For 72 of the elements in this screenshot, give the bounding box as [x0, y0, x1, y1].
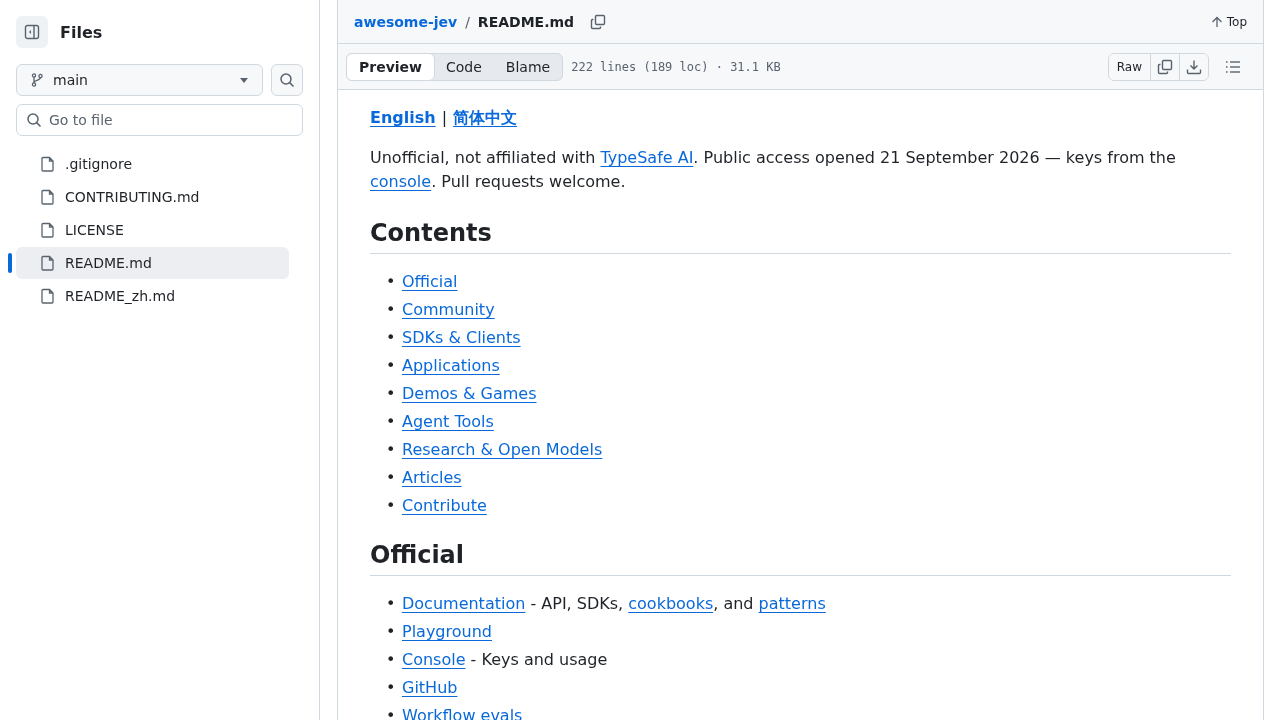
file-item[interactable]: CONTRIBUTING.md	[16, 181, 289, 213]
bullet: •	[386, 439, 397, 461]
list-item-text: Documentation - API, SDKs, cookbooks, and patterns	[402, 593, 826, 615]
sidebar-icon	[24, 24, 40, 40]
bullet: •	[386, 411, 397, 433]
file-name: README.md	[477, 13, 575, 30]
file-icon	[41, 222, 55, 238]
section-heading: Official	[370, 540, 1231, 576]
list-link[interactable]: Applications	[402, 354, 500, 378]
view-tab[interactable]: Preview	[346, 52, 435, 81]
list-link[interactable]: Playground	[402, 620, 492, 644]
list-item-text: Console - Keys and usage	[402, 649, 608, 671]
bullet: •	[386, 299, 397, 321]
path-separator: /	[465, 13, 470, 30]
bullet: •	[386, 467, 397, 489]
file-item[interactable]: LICENSE	[16, 214, 289, 246]
file-icon	[41, 288, 55, 304]
bullet: •	[386, 355, 397, 377]
bullet: •	[386, 677, 397, 699]
view-tab[interactable]: Code	[434, 53, 494, 80]
bullet: •	[386, 327, 397, 349]
language-link[interactable]: English	[370, 106, 436, 130]
language-link[interactable]: 简体中文	[453, 106, 518, 130]
sidebar-title: Files	[60, 22, 103, 42]
list-link[interactable]: cookbooks	[628, 594, 714, 613]
file-item[interactable]: README.md	[16, 247, 289, 279]
file-icon	[41, 156, 55, 172]
file-item[interactable]: README_zh.md	[16, 280, 289, 312]
language-separator: |	[441, 107, 448, 129]
bullet: •	[386, 621, 397, 643]
collapse-sidebar-button[interactable]	[16, 16, 48, 48]
file-icon	[41, 189, 55, 205]
file-item[interactable]: .gitignore	[16, 148, 289, 180]
list-link[interactable]: Articles	[402, 466, 462, 490]
list-link[interactable]: Contribute	[402, 494, 487, 518]
search-button[interactable]	[271, 64, 303, 96]
caret-icon	[240, 77, 248, 83]
list-link[interactable]: GitHub	[402, 676, 458, 700]
branch-selector[interactable]: main	[16, 64, 263, 96]
list-link[interactable]: Research & Open Models	[402, 438, 603, 462]
list-icon	[1225, 58, 1241, 75]
branch-icon	[29, 72, 45, 88]
top-link[interactable]: Top	[1210, 14, 1247, 29]
text-link[interactable]: console	[370, 172, 432, 191]
list-link[interactable]: Official	[402, 270, 458, 294]
list-link[interactable]: Console	[402, 650, 466, 669]
bullet: •	[386, 705, 397, 720]
repo-link[interactable]: awesome-jev	[354, 13, 458, 30]
bullet: •	[386, 271, 397, 293]
copy-icon	[590, 13, 607, 30]
list-link[interactable]: Documentation	[402, 594, 526, 613]
list-link[interactable]: Agent Tools	[402, 410, 494, 434]
file-icon	[41, 255, 55, 271]
list-link[interactable]: patterns	[758, 594, 826, 613]
list-link[interactable]: SDKs & Clients	[402, 326, 521, 350]
download-icon	[1186, 58, 1202, 75]
bullet: •	[386, 495, 397, 517]
arrow-up-icon	[1210, 15, 1223, 28]
search-icon	[279, 72, 295, 88]
text-link[interactable]: TypeSafe AI	[600, 148, 694, 167]
intro-paragraph: Unofficial, not affiliated with TypeSafe AI. Public access opened 21 September 2026 — keys from the console. Pull requests welcome.	[370, 147, 1177, 193]
bullet: •	[386, 383, 397, 405]
copy-icon	[1157, 58, 1173, 75]
list-link[interactable]: Demos & Games	[402, 382, 537, 406]
section-heading: Contents	[370, 218, 1231, 254]
file-info: 222 lines (189 loc) · 31.1 KB	[571, 59, 781, 74]
view-tab[interactable]: Blame	[493, 53, 563, 80]
bullet: •	[386, 649, 397, 671]
bullet: •	[386, 593, 397, 615]
download-button[interactable]	[1179, 53, 1208, 80]
go-to-file-field[interactable]: Go to file	[16, 104, 303, 136]
list-link[interactable]: Community	[402, 298, 495, 322]
